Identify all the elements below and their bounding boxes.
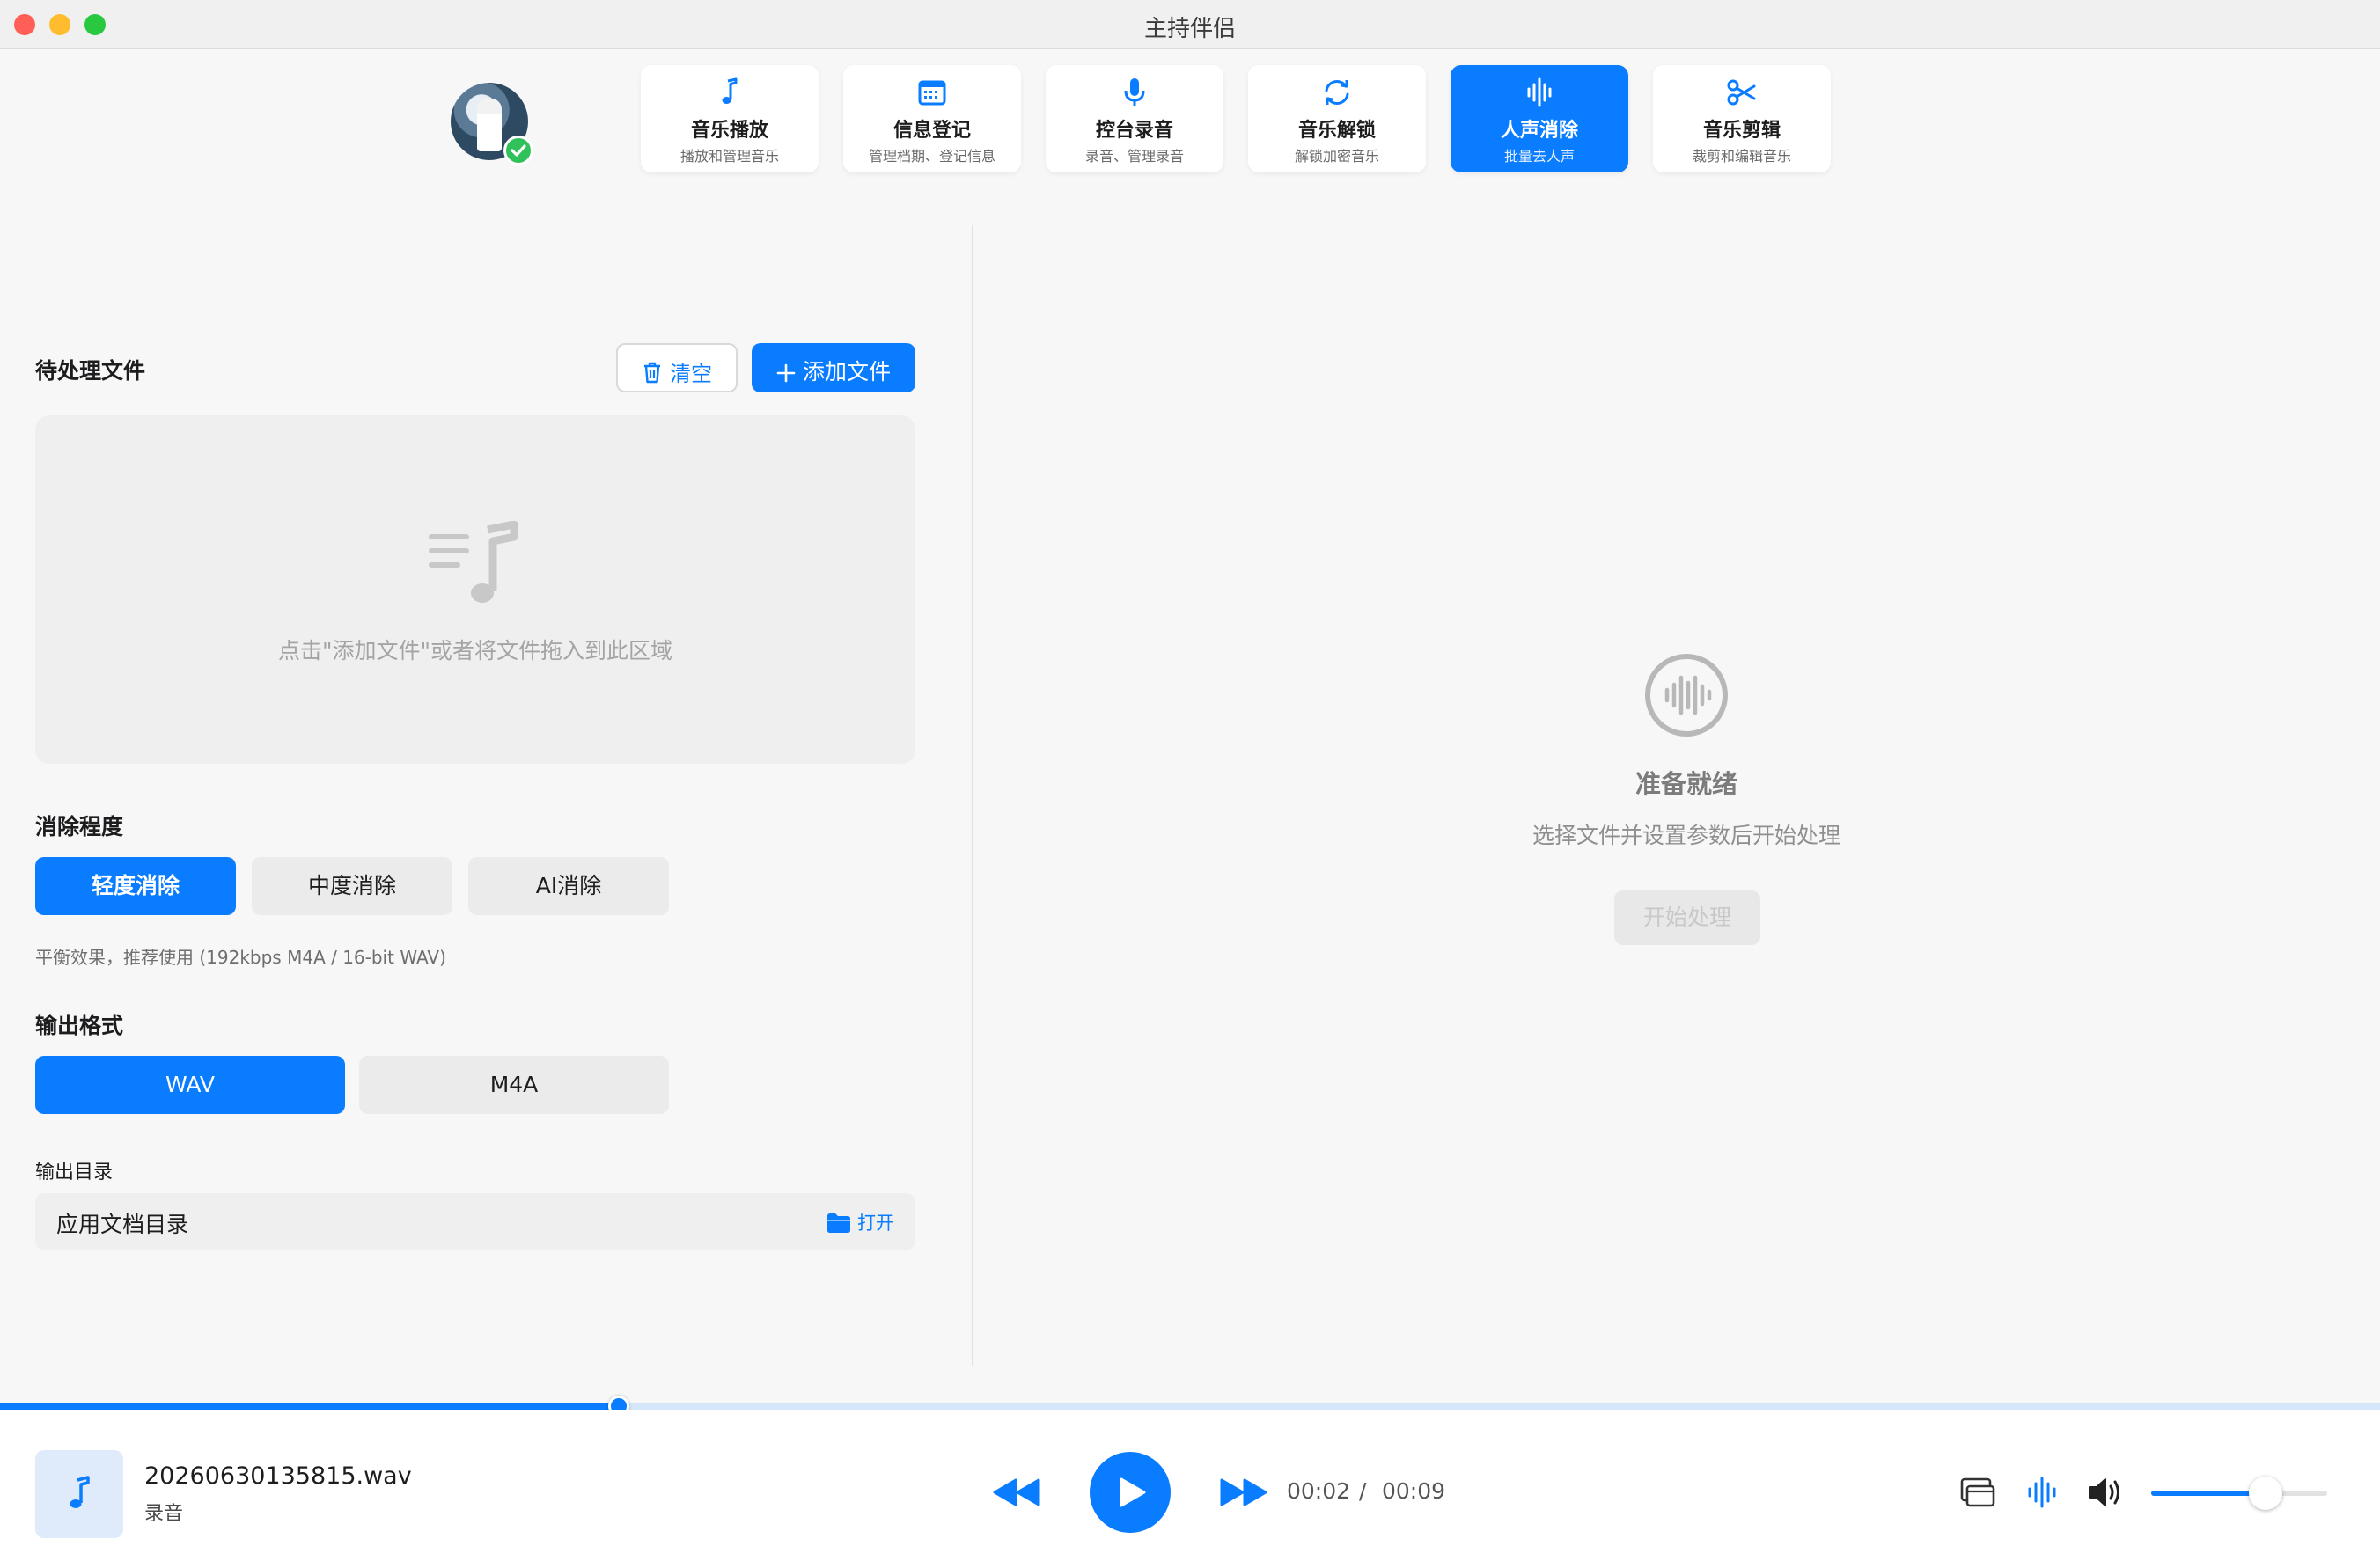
microphone-icon [1046,76,1223,111]
drop-zone-hint: 点击"添加文件"或者将文件拖入到此区域 [278,638,672,663]
removal-hint: 平衡效果，推荐使用 (192kbps M4A / 16-bit WAV) [35,947,446,968]
fast-forward-button[interactable] [1216,1477,1269,1508]
pending-files-title: 待处理文件 [35,358,146,384]
add-file-button[interactable]: 添加文件 [752,343,915,392]
tab-info-registration[interactable]: 信息登记 管理档期、登记信息 [843,65,1021,172]
medium-removal-option[interactable]: 中度消除 [252,857,452,915]
pane-divider [972,225,973,1366]
scissors-icon [1653,76,1831,111]
total-duration: 00:09 [1382,1478,1446,1504]
tab-label: 音乐解锁 [1297,120,1376,142]
tab-label: 人声消除 [1500,120,1578,142]
ai-removal-option[interactable]: AI消除 [468,857,669,915]
output-dir-title: 输出目录 [35,1162,114,1184]
volume-slider-handle[interactable] [2249,1477,2282,1510]
rewind-button[interactable] [991,1477,1044,1508]
verified-check-icon [503,136,533,165]
format-m4a-option[interactable]: M4A [359,1056,669,1114]
status-subtitle: 选择文件并设置参数后开始处理 [1532,823,1840,848]
add-file-button-label: 添加文件 [802,359,891,385]
waveform-icon [1451,76,1628,111]
avatar-photo [477,99,502,151]
play-icon [1120,1477,1146,1507]
time-separator: / [1359,1478,1367,1504]
tab-subtitle: 播放和管理音乐 [679,148,779,165]
format-wav-option[interactable]: WAV [35,1056,345,1114]
player-bar: 20260630135815.wav 录音 00:02 / 00:09 [0,1410,2380,1561]
output-format-title: 输出格式 [35,1013,124,1038]
folder-icon [827,1213,850,1233]
trash-icon [644,362,660,384]
waveform-button[interactable] [2024,1475,2060,1510]
output-dir-field: 应用文档目录 打开 [35,1193,915,1250]
playback-progress-bar[interactable] [0,1396,2380,1417]
music-note-icon [70,1476,90,1508]
track-subtitle: 录音 [144,1503,184,1525]
volume-icon[interactable] [2086,1475,2125,1510]
plus-icon [776,363,796,383]
tab-subtitle: 裁剪和编辑音乐 [1692,148,1791,165]
mini-window-button[interactable] [1959,1477,1996,1508]
tab-subtitle: 解锁加密音乐 [1294,148,1379,165]
clear-button-label: 清空 [670,362,712,386]
waveform-circle-icon [1645,654,1728,737]
file-drop-zone[interactable]: 点击"添加文件"或者将文件拖入到此区域 [35,415,915,764]
tab-subtitle: 管理档期、登记信息 [868,148,995,165]
output-dir-value: 应用文档目录 [56,1212,189,1237]
open-folder-label: 打开 [857,1213,894,1234]
playback-progress-fill [0,1403,620,1410]
tab-label: 音乐剪辑 [1702,120,1781,142]
tab-music-editing[interactable]: 音乐剪辑 裁剪和编辑音乐 [1653,65,1831,172]
tab-console-recording[interactable]: 控台录音 录音、管理录音 [1046,65,1223,172]
tab-music-player[interactable]: 音乐播放 播放和管理音乐 [641,65,819,172]
removal-level-title: 消除程度 [35,814,124,839]
start-processing-button[interactable]: 开始处理 [1614,890,1760,945]
music-note-icon [641,76,819,111]
elapsed-time: 00:02 [1287,1478,1351,1504]
play-button[interactable] [1090,1452,1171,1533]
volume-slider[interactable] [2151,1477,2327,1510]
user-avatar[interactable] [451,83,533,165]
tab-vocal-removal[interactable]: 人声消除 批量去人声 [1451,65,1628,172]
tab-music-unlock[interactable]: 音乐解锁 解锁加密音乐 [1248,65,1426,172]
tab-subtitle: 批量去人声 [1503,148,1575,165]
calendar-icon [843,76,1021,111]
track-name: 20260630135815.wav [144,1462,412,1490]
status-title: 准备就绪 [1634,769,1737,799]
tab-subtitle: 录音、管理录音 [1084,148,1184,165]
light-removal-option[interactable]: 轻度消除 [35,857,236,915]
tab-label: 控台录音 [1095,120,1173,142]
window-title: 主持伴侣 [1143,16,1236,42]
music-list-icon [429,521,518,603]
open-folder-button[interactable]: 打开 [826,1209,894,1235]
track-cover [35,1450,123,1538]
refresh-icon [1248,76,1426,111]
title-bar: 主持伴侣 [0,0,2380,49]
tab-label: 信息登记 [892,120,971,142]
clear-button[interactable]: 清空 [616,343,738,392]
tab-label: 音乐播放 [690,120,768,142]
